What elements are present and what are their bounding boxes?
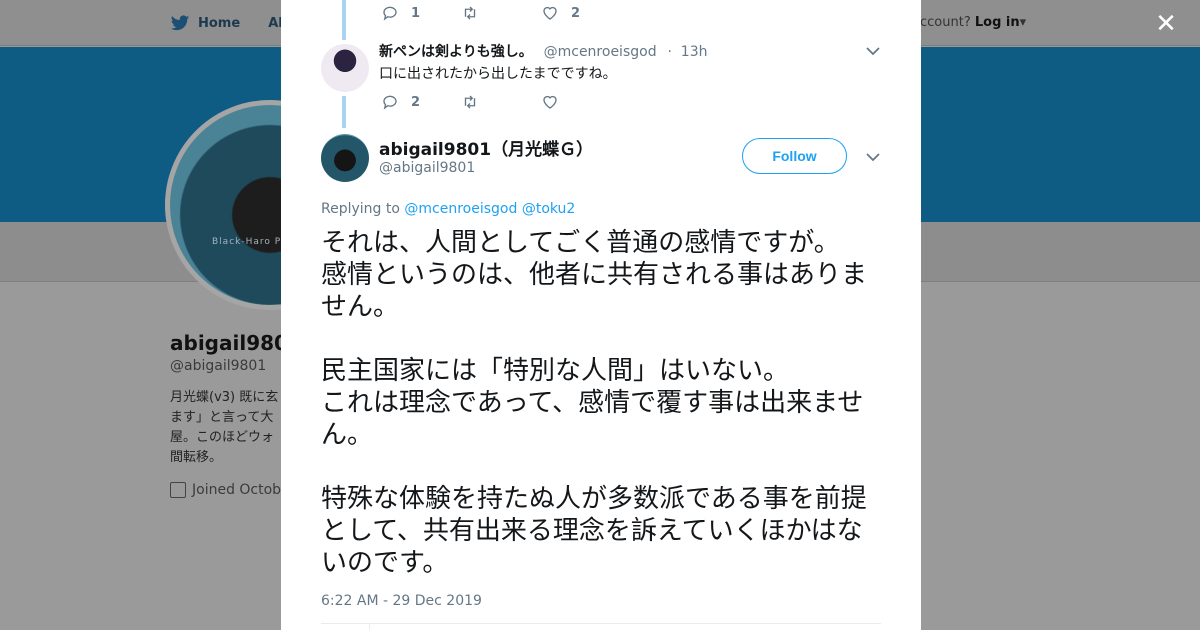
chevron-down-icon[interactable]: [866, 152, 880, 162]
avatar-watermark: Black-Haro P: [212, 237, 282, 247]
like-count: 2: [571, 5, 581, 21]
heart-icon: [543, 95, 557, 109]
mention-link[interactable]: @toku2: [522, 201, 576, 217]
author-handle[interactable]: @abigail9801: [379, 160, 475, 176]
divider: [321, 623, 881, 624]
retweet-icon: [464, 95, 476, 109]
reply-icon: [383, 95, 397, 110]
thread-line: [342, 96, 346, 128]
nav-home[interactable]: Home: [198, 16, 240, 31]
reply-button[interactable]: 2: [381, 93, 461, 111]
reply-author[interactable]: 新ペンは剣よりも強し。 @mcenroeisgod · 13h: [379, 41, 707, 61]
login-prompt: ccount?: [920, 15, 971, 30]
like-button[interactable]: 2: [541, 4, 621, 22]
bio-line: ます」と言って大: [170, 410, 274, 425]
reply-text: 口に出されたから出したまでですね。: [379, 66, 617, 82]
replying-prefix: Replying to: [321, 201, 400, 217]
reply-icon: [383, 6, 397, 21]
author-name[interactable]: abigail9801（月光蝶Ｇ）: [379, 135, 593, 160]
bio-line: 屋。このほどウォ: [170, 430, 275, 445]
author-name[interactable]: 新ペンは剣よりも強し。: [379, 44, 533, 60]
background-nav: Home Abo: [170, 15, 297, 32]
close-icon[interactable]: ✕: [1152, 10, 1180, 38]
reply-button[interactable]: 1: [381, 4, 461, 22]
tweet-timestamp[interactable]: 6:22 AM - 29 Dec 2019: [321, 593, 482, 609]
profile-joined: Joined Octobe: [170, 482, 282, 498]
prev-tweet-actions: 1 2: [381, 4, 621, 22]
avatar[interactable]: [321, 134, 369, 182]
chevron-down-icon[interactable]: [866, 46, 880, 56]
replying-to: Replying to @mcenroeisgod @toku2: [321, 201, 575, 217]
follow-button[interactable]: Follow: [742, 138, 847, 174]
joined-text: Joined Octobe: [192, 482, 282, 498]
reply-count: 2: [411, 94, 421, 110]
mention-link[interactable]: @mcenroeisgod: [404, 201, 517, 217]
retweet-button[interactable]: [461, 93, 541, 111]
login-area[interactable]: ccount? Log in▾: [920, 15, 1026, 30]
login-link[interactable]: Log in: [975, 15, 1020, 30]
bio-line: 間転移。: [170, 450, 223, 465]
heart-icon: [543, 6, 557, 20]
tweet-time[interactable]: 13h: [681, 44, 708, 60]
reply-tweet-actions: 2: [381, 93, 621, 111]
twitter-bird-icon: [170, 15, 190, 31]
author-handle[interactable]: @mcenroeisgod: [544, 44, 657, 60]
profile-bio: 月光蝶(v3) 既に玄 ます」と言って大 屋。このほどウォ 間転移。: [170, 388, 282, 468]
reply-count: 1: [411, 5, 421, 21]
calendar-icon: [170, 482, 186, 498]
tweet-text: それは、人間としてごく普通の感情ですが。 感情というのは、他者に共有される事はあ…: [321, 228, 868, 578]
bio-line: 月光蝶(v3) 既に玄: [170, 390, 279, 405]
divider: [369, 623, 370, 630]
tweet-modal: 1 2 新ペンは剣よりも強し。 @mcenroeisgod · 13h 口に出さ…: [281, 0, 921, 630]
retweet-icon: [464, 6, 476, 20]
thread-line: [342, 0, 346, 40]
retweet-button[interactable]: [461, 4, 541, 22]
profile-handle: @abigail9801: [170, 358, 267, 374]
tweet-time-sep: ·: [667, 44, 672, 60]
like-button[interactable]: [541, 93, 621, 111]
avatar[interactable]: [321, 44, 369, 92]
